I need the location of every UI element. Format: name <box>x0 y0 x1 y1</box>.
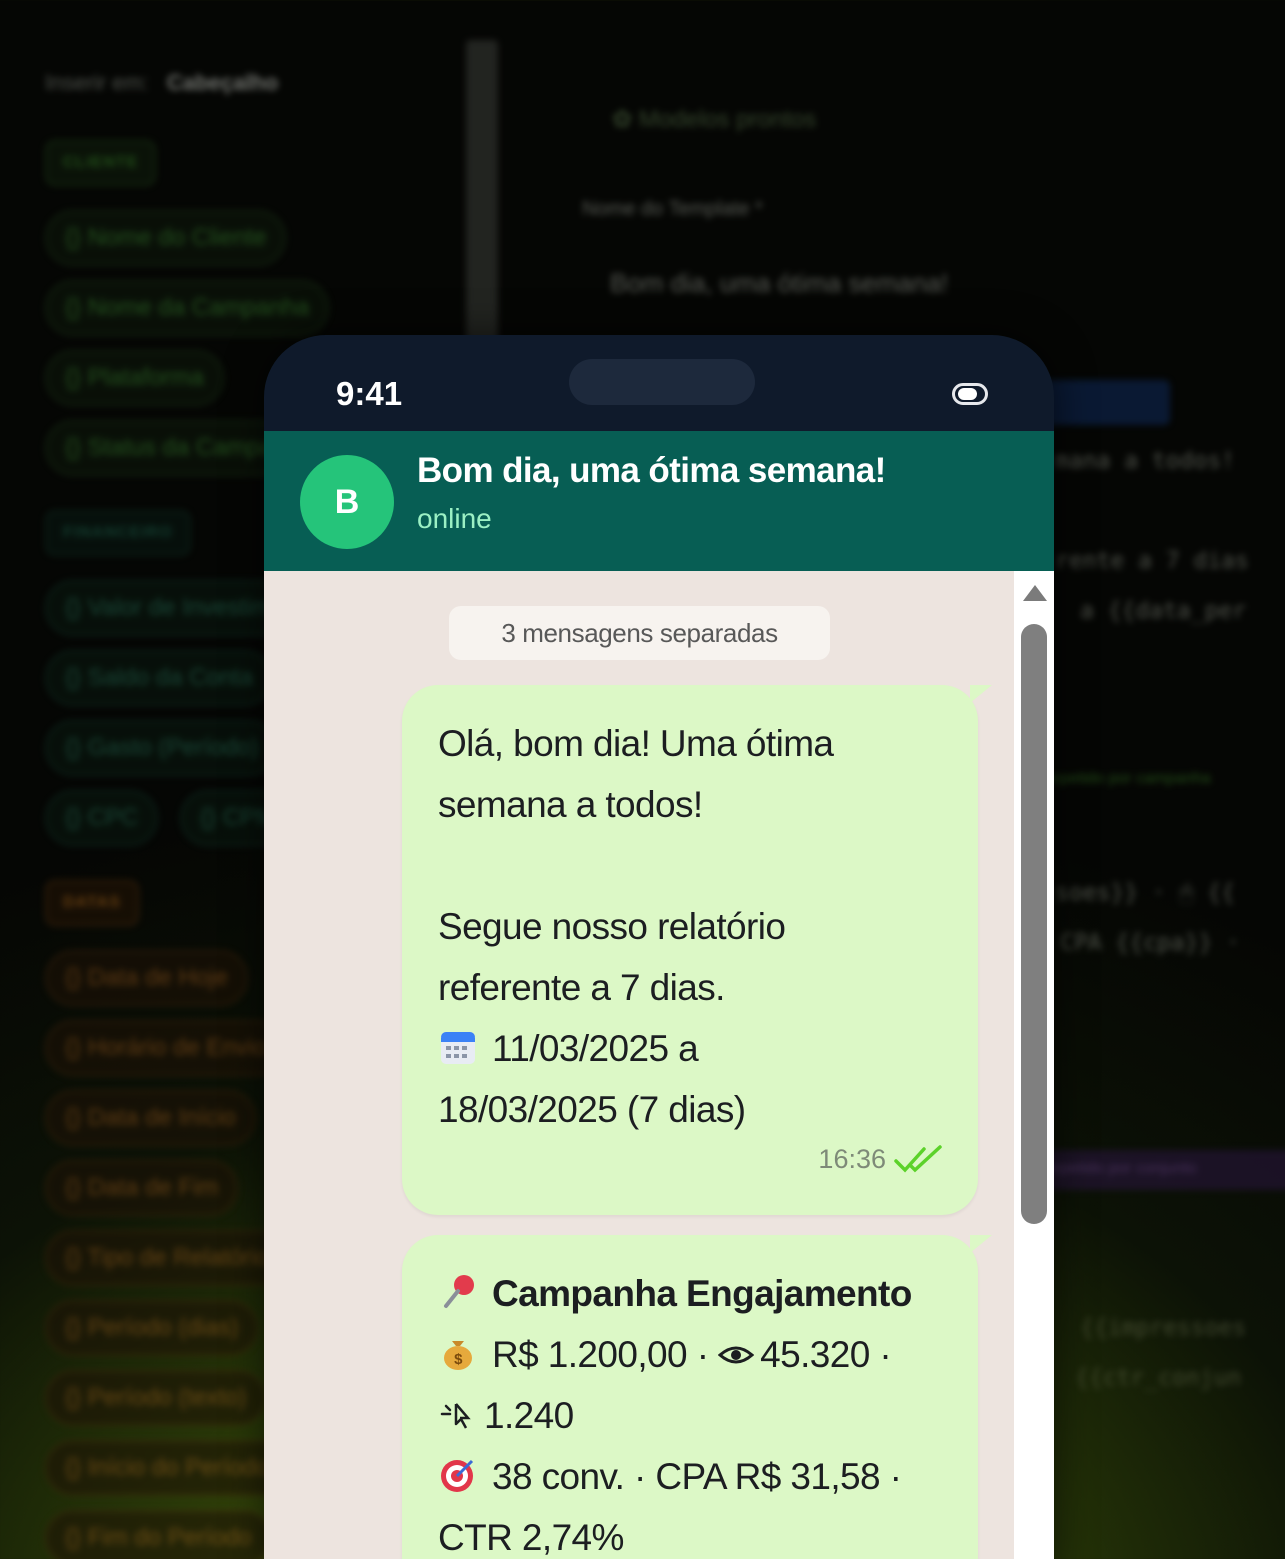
avatar[interactable]: B <box>300 455 394 549</box>
svg-text:$: $ <box>454 1351 463 1368</box>
variable-chip[interactable]: {} Período (dias) <box>45 1300 259 1356</box>
variable-chip[interactable]: {} Início do Período <box>45 1440 290 1496</box>
message-line: semana a todos! <box>438 784 703 825</box>
message-date-start: 11/03/2025 a <box>492 1028 699 1069</box>
impressions-value: 45.320 <box>760 1334 870 1375</box>
section-financeiro-label: FINANCEIRO <box>45 510 191 556</box>
variable-chip[interactable]: {} Período (texto) <box>45 1370 267 1426</box>
chat-status: online <box>417 503 492 534</box>
message-line: 18/03/2025 (7 dias) <box>438 1089 746 1130</box>
insert-breadcrumb: Inserir em: Cabeçalho <box>45 70 278 96</box>
separator-dot: · <box>687 1334 719 1375</box>
separator-dot: · <box>879 1456 902 1497</box>
variable-chip[interactable]: {} Data de Fim <box>45 1160 239 1216</box>
variable-chip[interactable]: {} Gasto (Período) <box>45 720 279 776</box>
campaign-title: Campanha Engajamento <box>492 1273 912 1314</box>
hint-campaign: Repetido por campanha <box>1040 770 1211 787</box>
code-line: {{impressoes <box>1080 1315 1247 1341</box>
separator-dot: · <box>624 1456 656 1497</box>
section-datas-label: DATAS <box>45 880 139 926</box>
status-time: 9:41 <box>336 375 403 412</box>
message-line: referente a 7 dias. <box>438 967 725 1008</box>
template-name-label: Nome do Template * <box>582 198 763 220</box>
messages-separator-chip: 3 mensagens separadas <box>449 606 830 660</box>
breadcrumb-prefix: Inserir em: <box>45 70 149 95</box>
conversions-value: 38 conv. <box>492 1456 625 1497</box>
ctr-value: CTR 2,74% <box>438 1517 624 1558</box>
code-line: CPA {{cpa}} · <box>1060 930 1241 956</box>
scroll-thumb[interactable] <box>1021 624 1047 1224</box>
variable-chip[interactable]: {} Nome da Campanha <box>45 280 330 336</box>
message-date-line: 11/03/2025 a <box>438 1018 944 1079</box>
scroll-up-arrow-icon[interactable] <box>1023 585 1047 601</box>
phone-status-bar: 9:41 <box>264 335 1054 431</box>
toggle-icon <box>952 383 988 405</box>
separator-dot: · <box>869 1334 892 1375</box>
chat-body[interactable]: 3 mensagens separadas Olá, bom dia! Uma … <box>264 571 1054 1559</box>
cpa-value: CPA R$ 31,58 <box>655 1456 880 1497</box>
message-bubble[interactable]: Olá, bom dia! Uma ótima semana a todos! … <box>402 685 992 1215</box>
phone-preview: 9:41 B Bom dia, uma ótima semana! online… <box>264 335 1054 1559</box>
variable-chip[interactable]: {} Saldo da Conta <box>45 650 274 706</box>
message-time: 16:36 <box>818 1143 886 1174</box>
variable-chip[interactable]: {} Fim do Período <box>45 1510 272 1559</box>
breadcrumb-current[interactable]: Cabeçalho <box>167 70 278 95</box>
variable-chip[interactable]: {} Data de Início <box>45 1090 256 1146</box>
metrics-line: $ R$ 1.200,00 · 45.320 · <box>438 1324 944 1385</box>
variable-chip[interactable]: {} Nome do Cliente <box>45 210 287 266</box>
dynamic-island <box>569 359 755 405</box>
spend-value: R$ 1.200,00 <box>492 1334 688 1375</box>
templates-link-label: Modelos prontos <box>638 106 817 133</box>
section-cliente-label: CLIENTE <box>45 140 157 186</box>
variable-chip[interactable]: {} Plataforma <box>45 350 224 406</box>
pushpin-icon <box>444 1275 474 1308</box>
cursor-click-icon <box>440 1403 471 1429</box>
target-icon <box>441 1459 474 1492</box>
variable-chip[interactable]: {} Horário de Envio <box>45 1020 287 1076</box>
code-line: soes}} · 🖱 {{ <box>1055 880 1235 906</box>
variable-chip[interactable]: {} Data de Hoje <box>45 950 248 1006</box>
chat-title: Bom dia, uma ótima semana! <box>417 451 886 490</box>
blue-button[interactable] <box>1040 380 1170 425</box>
clicks-line: 1.240 <box>438 1385 944 1446</box>
message-meta: 16:36 <box>818 1143 944 1175</box>
code-line: {{ctr_conjun <box>1075 1365 1242 1391</box>
variable-chip[interactable]: {} Tipo de Relatório <box>45 1230 290 1286</box>
money-bag-icon: $ <box>444 1341 472 1370</box>
templates-link[interactable]: ✿ Modelos prontos <box>612 105 816 134</box>
template-name-input[interactable]: Bom dia, uma ótima semana! <box>610 268 948 299</box>
code-line: rente a 7 dias <box>1055 548 1249 574</box>
message-line: Olá, bom dia! Uma ótima <box>438 723 834 764</box>
chat-scrollbar[interactable] <box>1014 571 1054 1559</box>
code-line: a {{data_per <box>1080 598 1247 624</box>
code-line: mana a todos! <box>1055 448 1236 474</box>
conversions-line: 38 conv. · CPA R$ 31,58 · <box>438 1446 944 1507</box>
calendar-icon <box>441 1032 475 1064</box>
message-line: Segue nosso relatório <box>438 906 786 947</box>
campaign-title-line: Campanha Engajamento <box>438 1263 944 1324</box>
clicks-value: 1.240 <box>484 1395 574 1436</box>
eye-icon <box>718 1346 755 1364</box>
sidebar-scrollbar[interactable] <box>466 40 498 360</box>
hint-adset: Repetido por conjunto <box>1040 1150 1285 1190</box>
message-bubble[interactable]: Campanha Engajamento $ R$ 1.200,00 · 45.… <box>402 1235 992 1559</box>
variable-chip[interactable]: {} CPC <box>45 790 159 846</box>
double-check-icon <box>894 1145 942 1173</box>
chat-header: B Bom dia, uma ótima semana! online <box>264 431 1054 571</box>
